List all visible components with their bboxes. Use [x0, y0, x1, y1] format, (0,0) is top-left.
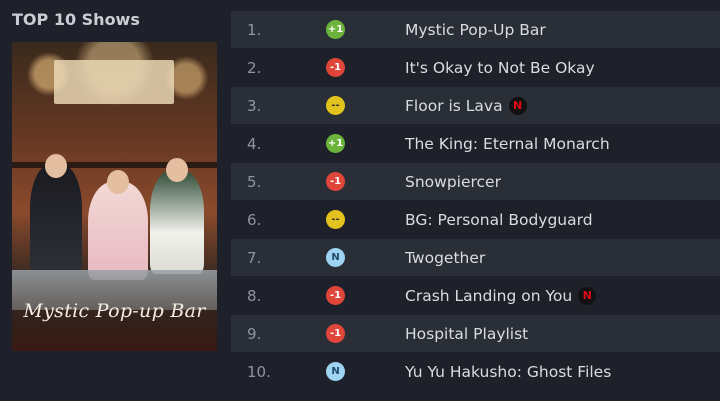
show-title: Mystic Pop-Up Bar: [405, 20, 546, 39]
list-item[interactable]: 9. -1 Hospital Playlist: [231, 315, 720, 352]
show-title-wrap: Hospital Playlist: [405, 325, 528, 343]
show-title: Snowpiercer: [405, 172, 501, 191]
poster-figure-right: [150, 170, 204, 274]
poster-figure-middle: [88, 182, 148, 280]
section-title: TOP 10 Shows: [12, 10, 140, 29]
rank-change-badge: --: [326, 96, 345, 115]
list-item[interactable]: 6. -- BG: Personal Bodyguard: [231, 201, 720, 238]
show-title-wrap: The King: Eternal Monarch: [405, 135, 610, 153]
show-title: BG: Personal Bodyguard: [405, 210, 593, 229]
rank-change-badge: +1: [326, 20, 345, 39]
netflix-icon: N: [578, 286, 597, 305]
poster-sign: [54, 60, 174, 104]
show-title-wrap: Yu Yu Hakusho: Ghost Files: [405, 363, 611, 381]
show-title: Crash Landing on You: [405, 286, 573, 305]
rank-number: 2.: [247, 58, 262, 77]
rank-change-badge: N: [326, 248, 345, 267]
rank-change-badge: -1: [326, 172, 345, 191]
show-title: Yu Yu Hakusho: Ghost Files: [405, 362, 612, 381]
show-title-wrap: It's Okay to Not Be Okay: [405, 59, 595, 77]
rank-change-badge: N: [326, 362, 345, 381]
poster-head-right: [166, 158, 188, 182]
rank-number: 1.: [247, 20, 262, 39]
poster-head-left: [45, 154, 67, 178]
poster-title: Mystic Pop-up Bar: [23, 300, 206, 322]
show-title-wrap: Mystic Pop-Up Bar: [405, 21, 546, 39]
show-title: The King: Eternal Monarch: [405, 134, 610, 153]
rank-number: 3.: [247, 96, 262, 115]
netflix-icon: N: [508, 96, 527, 115]
poster-figure-left: [30, 164, 82, 274]
list-item[interactable]: 5. -1 Snowpiercer: [231, 163, 720, 200]
rank-number: 6.: [247, 210, 262, 229]
show-title-wrap: Twogether: [405, 249, 485, 267]
list-item[interactable]: 7. N Twogether: [231, 239, 720, 276]
show-title-wrap: Floor is Lava N: [405, 96, 527, 115]
rank-number: 9.: [247, 324, 262, 343]
list-item[interactable]: 10. N Yu Yu Hakusho: Ghost Files: [231, 353, 720, 390]
show-title: Floor is Lava: [405, 96, 503, 115]
rank-number: 8.: [247, 286, 262, 305]
show-title-wrap: Snowpiercer: [405, 173, 501, 191]
show-title: Hospital Playlist: [405, 324, 529, 343]
rank-number: 4.: [247, 134, 262, 153]
rank-change-badge: +1: [326, 134, 345, 153]
show-title-wrap: BG: Personal Bodyguard: [405, 211, 593, 229]
rank-number: 7.: [247, 248, 262, 267]
featured-poster[interactable]: Mystic Pop-up Bar: [12, 42, 217, 351]
list-item[interactable]: 3. -- Floor is Lava N: [231, 87, 720, 124]
rank-change-badge: --: [326, 210, 345, 229]
list-item[interactable]: 8. -1 Crash Landing on You N: [231, 277, 720, 314]
rank-number: 5.: [247, 172, 262, 191]
rank-change-badge: -1: [326, 286, 345, 305]
rank-number: 10.: [247, 362, 271, 381]
show-title: Twogether: [405, 248, 486, 267]
top10-list: 1. +1 Mystic Pop-Up Bar 2. -1 It's Okay …: [231, 11, 720, 394]
rank-change-badge: -1: [326, 58, 345, 77]
list-item[interactable]: 2. -1 It's Okay to Not Be Okay: [231, 49, 720, 86]
rank-change-badge: -1: [326, 324, 345, 343]
list-item[interactable]: 1. +1 Mystic Pop-Up Bar: [231, 11, 720, 48]
show-title-wrap: Crash Landing on You N: [405, 286, 597, 305]
list-item[interactable]: 4. +1 The King: Eternal Monarch: [231, 125, 720, 162]
poster-head-middle: [107, 170, 129, 194]
show-title: It's Okay to Not Be Okay: [405, 58, 595, 77]
